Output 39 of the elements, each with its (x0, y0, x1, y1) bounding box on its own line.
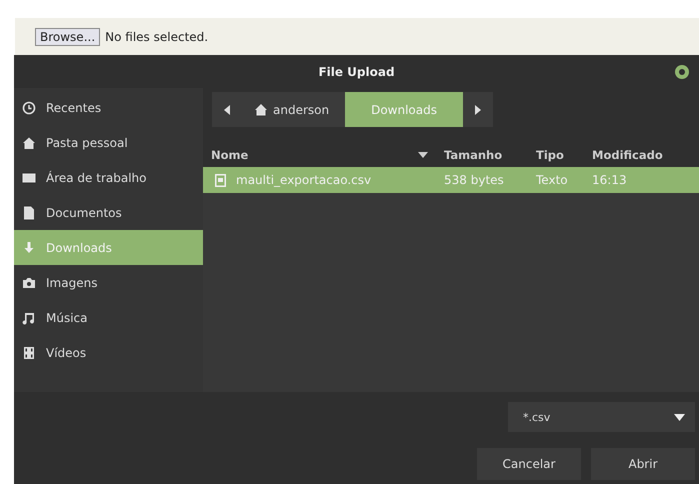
file-status: No files selected. (105, 30, 208, 44)
sidebar-item[interactable]: Vídeos (14, 335, 203, 370)
dialog-button[interactable]: Cancelar (477, 448, 581, 480)
sidebar-item[interactable]: Recentes (14, 90, 203, 125)
document-icon (22, 206, 36, 220)
window-title: File Upload (318, 64, 395, 78)
column-header[interactable]: Modificado (592, 148, 663, 162)
column-header[interactable]: Nome (211, 148, 248, 162)
forward-button[interactable] (463, 92, 493, 127)
column-header[interactable]: Tipo (536, 148, 564, 162)
table-cell: 16:13 (592, 173, 627, 187)
sidebar-item[interactable]: Área de trabalho (14, 160, 203, 195)
music-icon (22, 310, 36, 324)
sidebar-item[interactable]: Imagens (14, 265, 203, 300)
close-icon[interactable] (675, 65, 689, 79)
sidebar-item[interactable]: Pasta pessoal (14, 125, 203, 160)
film-icon (22, 346, 36, 360)
home-icon (22, 136, 36, 150)
table-cell: 538 bytes (444, 173, 504, 187)
sidebar-item[interactable]: Documentos (14, 195, 203, 230)
dialog-button[interactable]: Abrir (591, 448, 695, 480)
path-button[interactable]: anderson (242, 92, 346, 127)
table-cell: maulti_exportacao.csv (236, 173, 372, 187)
column-header[interactable]: Tamanho (444, 148, 502, 162)
camera-icon (22, 276, 36, 290)
text-file-icon (215, 174, 226, 186)
right-arrow-icon (475, 104, 481, 114)
home-icon (254, 103, 268, 116)
filter-dropdown[interactable]: *.csv (508, 402, 695, 432)
sidebar-item[interactable]: Música (14, 300, 203, 335)
back-button[interactable] (212, 92, 242, 127)
table-cell: Texto (536, 173, 568, 187)
browse-button[interactable]: Browse... (35, 28, 100, 46)
desktop-icon (22, 170, 36, 184)
clock-icon (22, 100, 36, 114)
sort-arrow-icon (418, 152, 428, 158)
dropdown-arrow-icon (674, 414, 685, 420)
left-arrow-icon (224, 104, 230, 114)
download-icon (22, 240, 36, 254)
